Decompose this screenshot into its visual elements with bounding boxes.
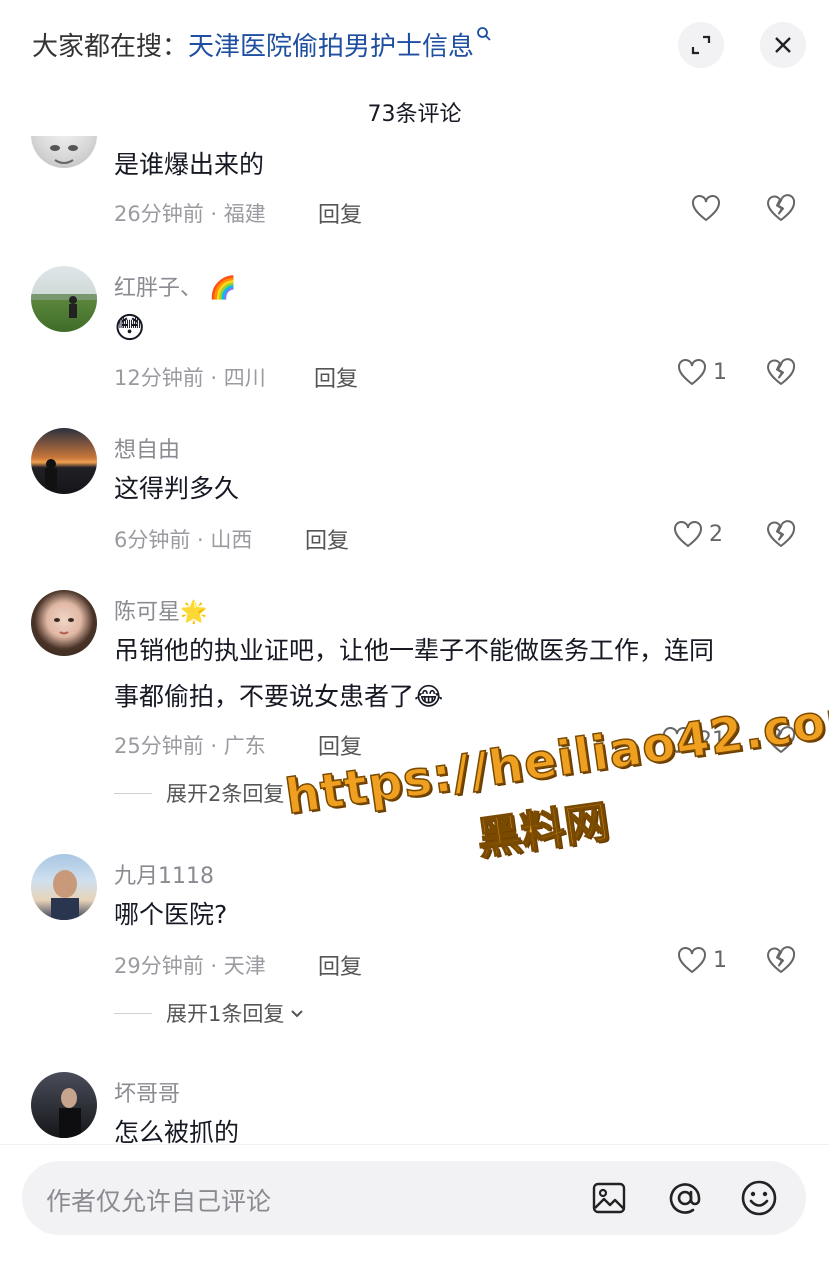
comment-meta: 25分钟前 · 广东 [114,734,266,758]
reply-button[interactable]: 回复 [318,729,362,761]
username[interactable]: 想自由 [114,432,180,464]
avatar[interactable] [31,136,97,168]
expand-icon [691,35,711,55]
search-term-link[interactable]: 天津医院偷拍男护士信息 [188,32,474,62]
emoji-button[interactable] [740,1179,778,1217]
expand-replies-button[interactable]: 展开1条回复 [114,998,306,1028]
broken-heart-icon [766,358,796,385]
broken-heart-icon [766,194,796,221]
comment-input-bar: 作者仅允许自己评论 [0,1144,829,1281]
comment-text: 哪个医院? [114,900,228,929]
username-emoji: 🌟 [180,600,208,625]
comment-text: 😳 [114,311,146,346]
heart-icon [678,359,706,386]
heart-icon [678,947,706,974]
divider [114,792,152,794]
search-icon [477,27,491,41]
avatar[interactable] [31,428,97,494]
comment-text: 怎么被抓的 [114,1118,240,1144]
like-count: 2 [709,521,723,547]
reply-button[interactable]: 回复 [318,197,362,229]
broken-heart-icon [766,520,796,547]
top-bar: 大家都在搜：天津医院偷拍男护士信息 [0,0,829,90]
reply-button[interactable]: 回复 [305,523,349,555]
comment-input[interactable]: 作者仅允许自己评论 [22,1161,806,1235]
heart-icon [692,195,720,222]
like-button[interactable]: 1 [677,946,727,974]
expand-button[interactable] [678,22,724,68]
broken-heart-icon [766,946,796,973]
reply-button[interactable]: 回复 [318,949,362,981]
at-icon [669,1183,701,1214]
comment-count: 73条评论 [0,96,829,136]
search-prefix: 大家都在搜： [32,32,189,62]
username-emoji: 🌈 [209,276,237,301]
comment-list[interactable]: 是谁爆出来的 26分钟前 · 福建 回复 红胖子、 🌈 😳 12分钟前 · 四川… [0,136,829,1144]
avatar[interactable] [31,854,97,920]
image-icon [592,1182,626,1214]
dislike-button[interactable] [766,520,796,552]
like-button[interactable] [691,194,721,222]
expand-replies-label: 展开1条回复 [166,1002,285,1026]
username[interactable]: 红胖子、 🌈 [114,270,236,302]
like-count: 1 [713,947,727,973]
search-suggestion[interactable]: 大家都在搜：天津医院偷拍男护士信息 [32,26,492,63]
expand-replies-label: 展开2条回复 [166,782,285,806]
like-count: 1 [713,359,727,385]
comment-meta: 26分钟前 · 福建 [114,202,266,226]
heart-icon [674,521,702,548]
comment-text: 这得判多久 [114,474,240,503]
avatar[interactable] [31,266,97,332]
comment-meta: 6分钟前 · 山西 [114,528,253,552]
emoji-icon [741,1180,777,1216]
comment-text-line: 吊销他的执业证吧，让他一辈子不能做医务工作，连同 [114,636,715,665]
mention-button[interactable] [666,1179,704,1217]
chevron-down-icon [291,1010,304,1018]
username[interactable]: 坏哥哥 [114,1076,180,1108]
expand-replies-button[interactable]: 展开2条回复 [114,778,306,808]
image-button[interactable] [590,1179,628,1217]
divider [114,1012,152,1014]
comment-input-placeholder: 作者仅允许自己评论 [46,1187,272,1216]
dislike-button[interactable] [766,358,796,390]
avatar[interactable] [31,590,97,656]
close-button[interactable] [760,22,806,68]
comment-text: 是谁爆出来的 [114,150,265,179]
comment-meta: 12分钟前 · 四川 [114,366,266,390]
comment-text: 吊销他的执业证吧，让他一辈子不能做医务工作，连同 事都偷拍，不要说女患者了😂 [114,628,794,720]
like-button[interactable]: 1 [677,358,727,386]
like-button[interactable]: 2 [673,520,723,548]
comment-meta: 29分钟前 · 天津 [114,954,266,978]
close-icon [775,37,791,53]
dislike-button[interactable] [766,194,796,226]
username[interactable]: 陈可星🌟 [114,594,207,626]
username[interactable]: 九月1118 [114,858,214,890]
reply-button[interactable]: 回复 [314,361,358,393]
avatar[interactable] [31,1072,97,1138]
dislike-button[interactable] [766,946,796,978]
